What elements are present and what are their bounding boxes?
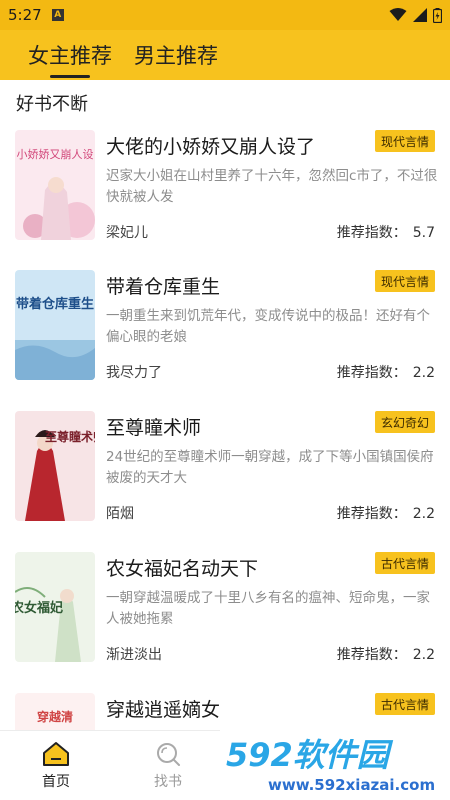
wifi-icon — [389, 8, 407, 21]
score-label: 推荐指数： — [336, 506, 407, 522]
status-time: 5:27 — [8, 6, 42, 24]
book-author: 我尽力了 — [106, 365, 162, 381]
book-description: 24世纪的至尊瞳术师一朝穿越，成了下等小国镇国侯府被废的天才大 — [106, 449, 434, 486]
book-cover[interactable]: 至尊瞳术师 — [15, 411, 95, 521]
score-value: 2.2 — [412, 647, 435, 663]
cover-title-text: 农女福妃 — [15, 600, 63, 616]
book-title[interactable]: 大佬的小娇娇又崩人设了 — [106, 132, 315, 159]
book-item[interactable]: 至尊瞳术师 至尊瞳术师 玄幻奇幻 24世纪的至尊瞳术师一朝穿越，成了下等小国镇国… — [0, 411, 450, 551]
status-icons — [389, 7, 442, 23]
book-description: 一朝穿越温暖成了十里八乡有名的瘟神、短命鬼，一家人被她拖累 — [106, 590, 430, 627]
score-value: 2.2 — [412, 365, 435, 381]
home-icon — [43, 742, 69, 766]
book-cover[interactable]: 带着仓库重生 — [15, 270, 95, 380]
watermark-url: www.592xiazai.com — [268, 776, 435, 794]
nav-find-books-label: 找书 — [154, 774, 182, 790]
score-label: 推荐指数： — [336, 225, 407, 241]
status-bar: 5:27 A — [0, 0, 450, 30]
battery-icon — [433, 7, 442, 23]
book-cover[interactable]: 农女福妃 — [15, 552, 95, 662]
site-watermark: 592软件园 www.592xiazai.com — [220, 730, 450, 800]
score-label: 推荐指数： — [336, 647, 407, 663]
book-title[interactable]: 带着仓库重生 — [106, 272, 220, 299]
nav-find-books[interactable]: 找书 — [112, 731, 224, 800]
cover-title-text: 带着仓库重生 — [16, 296, 94, 312]
watermark-brand: 592软件园 — [226, 736, 394, 774]
genre-badge: 古代言情 — [374, 552, 435, 574]
section-title: 好书不断 — [16, 94, 88, 115]
score-value: 2.2 — [412, 506, 435, 522]
recommend-score: 推荐指数： 2.2 — [337, 503, 435, 523]
book-author: 陌烟 — [106, 506, 134, 522]
book-title[interactable]: 穿越逍遥嫡女 — [106, 695, 220, 722]
book-title[interactable]: 农女福妃名动天下 — [106, 554, 258, 581]
tab-male-recommend[interactable]: 男主推荐 — [134, 30, 218, 80]
book-description: 迟家大小姐在山村里养了十六年，忽然回c市了，不过很快就被人发 — [106, 168, 438, 205]
genre-badge: 玄幻奇幻 — [374, 411, 435, 433]
notification-a-icon: A — [51, 9, 64, 21]
book-author: 梁妃儿 — [106, 225, 148, 241]
recommend-score: 推荐指数： 5.7 — [337, 222, 435, 242]
cover-title-text: 至尊瞳术师 — [45, 429, 95, 444]
signal-icon — [413, 8, 427, 22]
book-description: 一朝重生来到饥荒年代，变成传说中的极品！还好有个偏心眼的老娘 — [106, 308, 430, 345]
book-item[interactable]: 带着仓库重生 带着仓库重生 现代言情 一朝重生来到饥荒年代，变成传说中的极品！还… — [0, 270, 450, 410]
book-item[interactable]: 小娇娇又崩人设 大佬的小娇娇又崩人设了 现代言情 迟家大小姐在山村里养了十六年，… — [0, 130, 450, 270]
nav-home-label: 首页 — [42, 774, 70, 790]
genre-badge: 古代言情 — [374, 693, 435, 715]
genre-badge: 现代言情 — [374, 270, 435, 292]
cover-title-text: 小娇娇又崩人设 — [17, 147, 94, 161]
score-value: 5.7 — [412, 225, 435, 241]
cover-title-text: 穿越清 — [37, 709, 73, 724]
book-author: 渐进淡出 — [106, 647, 162, 663]
search-icon — [157, 743, 180, 766]
score-label: 推荐指数： — [336, 365, 407, 381]
book-item[interactable]: 农女福妃 农女福妃名动天下 古代言情 一朝穿越温暖成了十里八乡有名的瘟神、短命鬼… — [0, 552, 450, 692]
book-title[interactable]: 至尊瞳术师 — [106, 413, 201, 440]
recommend-score: 推荐指数： 2.2 — [337, 362, 435, 382]
recommend-score: 推荐指数： 2.2 — [337, 644, 435, 664]
nav-home[interactable]: 首页 — [0, 731, 112, 800]
book-cover[interactable]: 小娇娇又崩人设 — [15, 130, 95, 240]
top-tab-bar: 女主推荐 男主推荐 — [0, 30, 450, 80]
tab-female-recommend[interactable]: 女主推荐 — [28, 30, 112, 80]
genre-badge: 现代言情 — [374, 130, 435, 152]
